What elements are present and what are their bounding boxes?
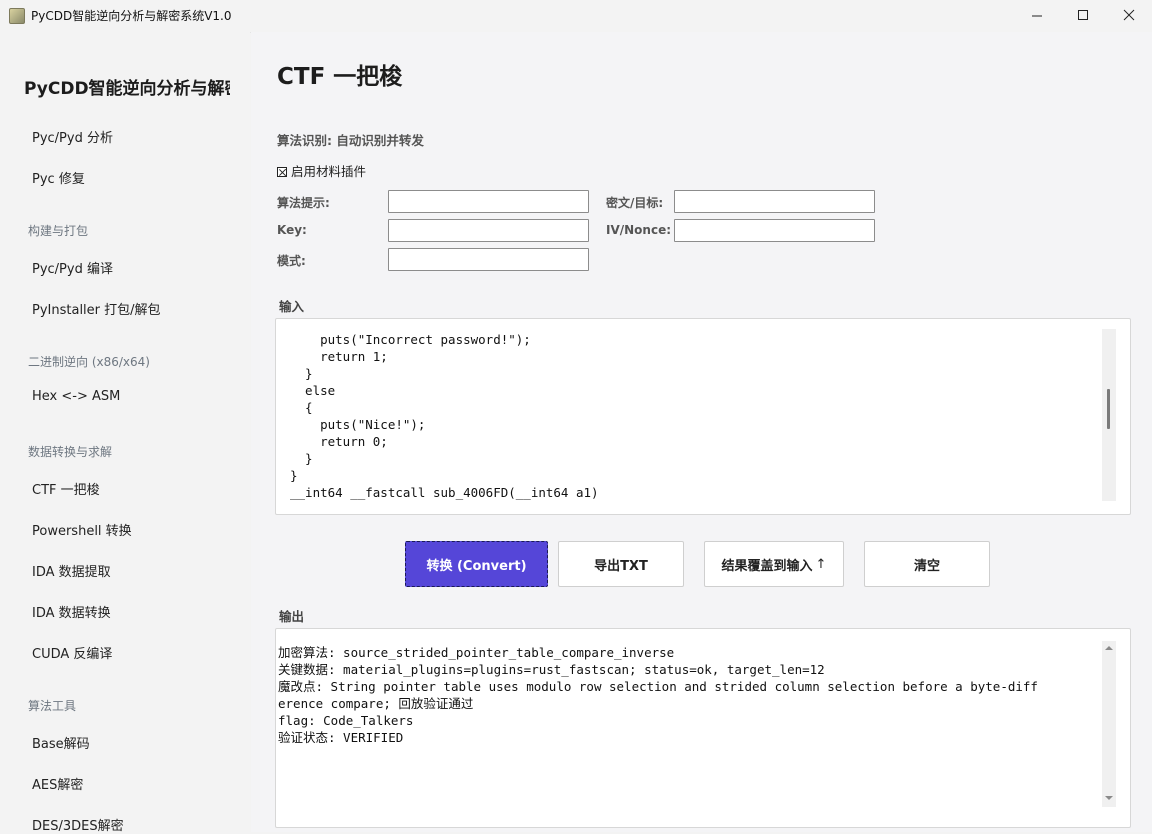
cipher-input[interactable] [674,190,875,213]
sidebar-item-aes[interactable]: AES解密 [32,774,83,793]
output-scrollbar[interactable] [1102,641,1116,807]
sidebar-item-ctf[interactable]: CTF 一把梭 [32,479,100,498]
main-content: CTF 一把梭 算法识别: 自动识别并转发 启用材料插件 算法提示: 密文/目标… [251,32,1152,832]
algorithm-detection-label: 算法识别: 自动识别并转发 [277,133,424,148]
page-title: CTF 一把梭 [277,64,403,90]
sidebar-item-des[interactable]: DES/3DES解密 [32,815,124,834]
scroll-down-arrow-icon[interactable] [1102,793,1116,803]
sidebar-section-binary: 二进制逆向 (x86/x64) [28,355,150,369]
sidebar-title: PyCDD智能逆向分析与解密系统 [24,79,230,99]
sidebar-section-build: 构建与打包 [28,224,89,238]
sidebar-item-base[interactable]: Base解码 [32,733,90,752]
input-label: 输入 [279,299,305,314]
output-text[interactable]: 加密算法: source_strided_pointer_table_compa… [278,644,1038,746]
output-panel[interactable]: 加密算法: source_strided_pointer_table_compa… [275,628,1131,828]
plugin-checkbox-row[interactable]: 启用材料插件 [277,161,366,180]
input-scrollbar-thumb[interactable] [1107,389,1110,429]
mode-label: 模式: [277,254,306,268]
window-title: PyCDD智能逆向分析与解密系统V1.0 [31,9,232,23]
app-icon [9,8,25,24]
arrow-up-icon: ↑ [815,556,827,572]
sidebar: PyCDD智能逆向分析与解密系统 Pyc/Pyd 分析 Pyc 修复 构建与打包… [0,32,250,834]
scroll-up-arrow-icon[interactable] [1102,643,1116,653]
close-button[interactable] [1106,0,1152,32]
input-scrollbar[interactable] [1102,329,1116,501]
sidebar-item-ida-extract[interactable]: IDA 数据提取 [32,561,111,580]
sidebar-item-pyc-pyd-analysis[interactable]: Pyc/Pyd 分析 [32,127,113,146]
minimize-icon [1032,15,1042,17]
mode-input[interactable] [388,248,589,271]
convert-button[interactable]: 转换 (Convert) [405,541,548,587]
overwrite-input-button[interactable]: 结果覆盖到输入 ↑ [704,541,844,587]
iv-input[interactable] [674,219,875,242]
sidebar-item-pyinstaller[interactable]: PyInstaller 打包/解包 [32,299,161,318]
sidebar-section-algo: 算法工具 [28,699,77,713]
input-panel[interactable]: puts("Incorrect password!"); return 1; }… [275,318,1131,515]
sidebar-item-hex-asm[interactable]: Hex <-> ASM [32,389,120,404]
sidebar-item-ida-convert[interactable]: IDA 数据转换 [32,602,111,621]
close-icon [1123,9,1135,21]
hint-label: 算法提示: [277,196,330,210]
hint-input[interactable] [388,190,589,213]
plugin-checkbox-label: 启用材料插件 [291,164,367,179]
sidebar-item-cuda[interactable]: CUDA 反编译 [32,643,112,662]
overwrite-input-label: 结果覆盖到输入 [721,558,813,574]
input-code[interactable]: puts("Incorrect password!"); return 1; }… [290,331,599,501]
output-label: 输出 [279,609,305,624]
export-txt-button[interactable]: 导出TXT [558,541,684,587]
iv-label: IV/Nonce: [606,223,672,237]
clear-button[interactable]: 清空 [864,541,990,587]
key-label: Key: [277,223,307,237]
sidebar-item-pyc-repair[interactable]: Pyc 修复 [32,168,85,187]
sidebar-section-data: 数据转换与求解 [28,445,113,459]
plugin-checkbox[interactable] [277,167,287,177]
maximize-icon [1078,10,1088,20]
cipher-label: 密文/目标: [606,196,664,210]
title-bar: PyCDD智能逆向分析与解密系统V1.0 [0,0,1152,33]
sidebar-item-powershell[interactable]: Powershell 转换 [32,520,132,539]
sidebar-item-pyc-pyd-compile[interactable]: Pyc/Pyd 编译 [32,258,113,277]
maximize-button[interactable] [1060,0,1106,32]
minimize-button[interactable] [1014,0,1060,32]
key-input[interactable] [388,219,589,242]
